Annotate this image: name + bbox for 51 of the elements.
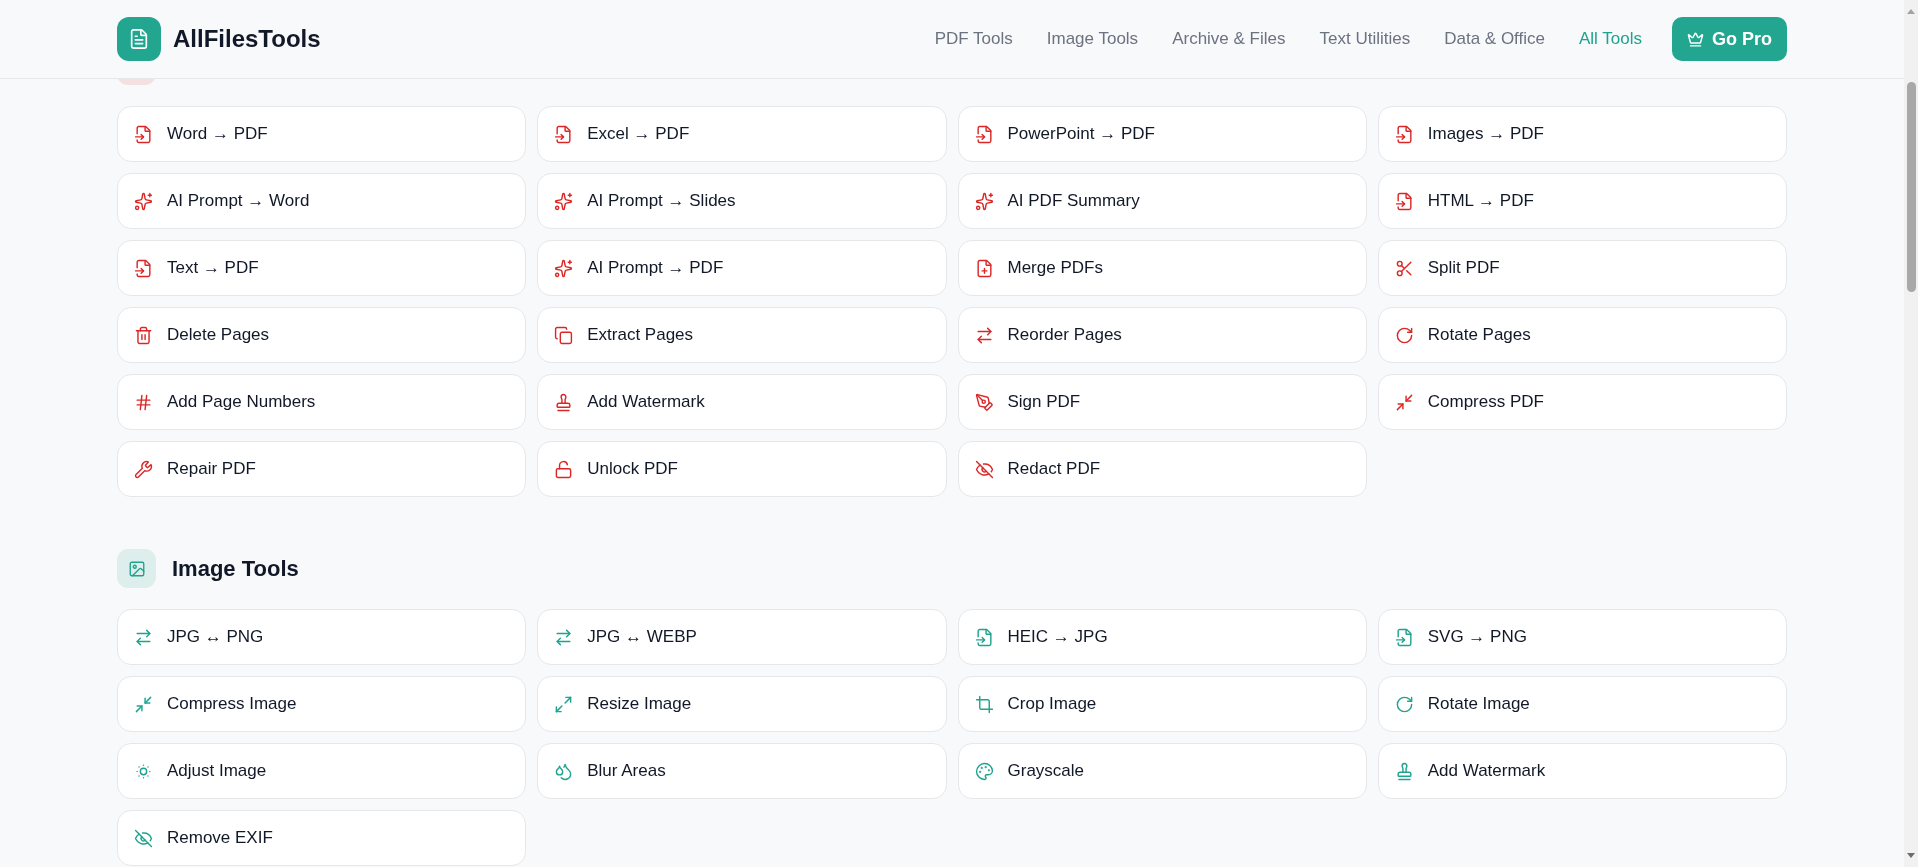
tool-card[interactable]: Add Page Numbers [117,374,527,430]
tool-card[interactable]: Reorder Pages [957,307,1367,363]
tool-card[interactable]: Resize Image [537,676,947,732]
tool-card[interactable]: JPG ↔ PNG [117,609,527,665]
tool-card[interactable]: Remove EXIF [117,810,527,866]
tool-card[interactable]: Delete Pages [117,307,527,363]
tool-card[interactable]: Sign PDF [957,374,1367,430]
nav-link[interactable]: Data & Office [1444,26,1545,52]
scrollbar-thumb[interactable] [1906,82,1916,292]
tool-card[interactable]: Add Watermark [1377,743,1787,799]
tool-card[interactable]: SVG → PNG [1377,609,1787,665]
logo-tile[interactable] [117,17,161,61]
tool-card[interactable]: Adjust Image [117,743,527,799]
tool-card[interactable]: HEIC → JPG [957,609,1367,665]
tool-card[interactable]: Extract Pages [537,307,947,363]
nav-link[interactable]: Text Utilities [1319,26,1411,52]
tool-card[interactable]: HTML → PDF [1377,173,1787,229]
tool-card[interactable]: AI Prompt → PDF [537,240,947,296]
tool-card[interactable]: JPG ↔ WEBP [537,609,947,665]
tool-card[interactable]: Grayscale [957,743,1367,799]
tool-card[interactable]: Repair PDF [117,441,527,497]
image-icon [127,559,146,578]
document-icon [128,28,150,50]
nav-link[interactable]: Image Tools [1046,26,1139,52]
tool-card[interactable]: Crop Image [957,676,1367,732]
brand-name: AllFilesTools [173,24,321,54]
tool-card[interactable]: Text → PDF [117,240,527,296]
tool-card[interactable]: Split PDF [1377,240,1787,296]
tool-card[interactable]: Word → PDF [117,106,527,162]
scrollbar[interactable] [1904,0,1918,867]
tool-card[interactable]: AI PDF Summary [957,173,1367,229]
tool-card[interactable]: Blur Areas [537,743,947,799]
tool-card[interactable]: Redact PDF [957,441,1367,497]
tool-card[interactable]: Compress PDF [1377,374,1787,430]
tool-card[interactable]: Merge PDFs [957,240,1367,296]
crown-icon [1687,30,1704,48]
tool-card[interactable]: Compress Image [117,676,527,732]
tool-card[interactable]: Rotate Pages [1377,307,1787,363]
tool-card[interactable]: Rotate Image [1377,676,1787,732]
tool-card[interactable]: Excel → PDF [537,106,947,162]
tool-card[interactable]: AI Prompt → Word [117,173,527,229]
nav-link[interactable]: Archive & Files [1172,26,1286,52]
section-title: Image Tools [172,555,299,583]
tool-card[interactable]: PowerPoint → PDF [957,106,1367,162]
tool-card[interactable]: Add Watermark [537,374,947,430]
scroll-up-arrow-icon[interactable] [1906,7,1916,15]
nav-link[interactable]: PDF Tools [934,26,1013,52]
tool-card[interactable]: Images → PDF [1377,106,1787,162]
tool-card[interactable]: AI Prompt → Slides [537,173,947,229]
tool-card[interactable]: Unlock PDF [537,441,947,497]
scroll-down-arrow-icon[interactable] [1906,852,1916,860]
